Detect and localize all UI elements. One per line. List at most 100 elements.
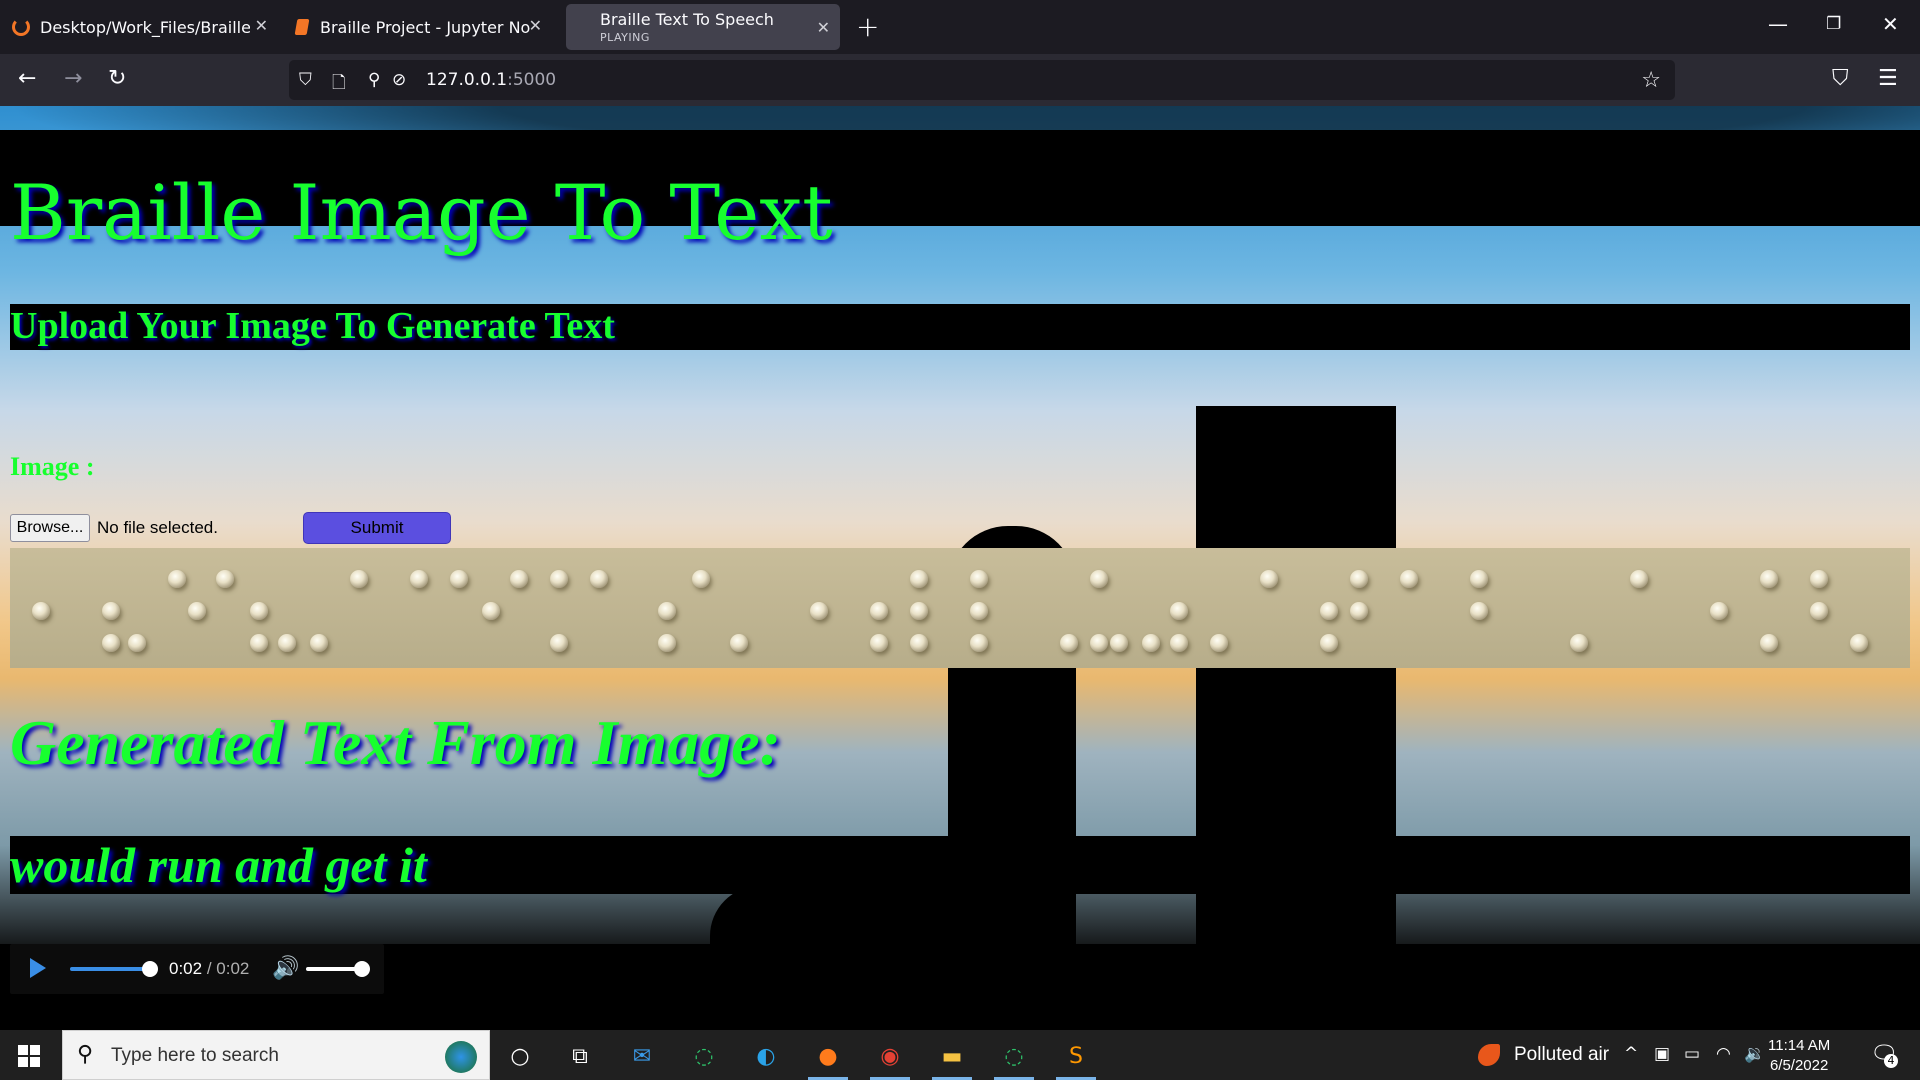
braille-dot: [188, 602, 206, 620]
edge-icon[interactable]: ◐: [750, 1040, 782, 1072]
audio-time: 0:02 / 0:02: [169, 959, 249, 979]
tab-strip: Desktop/Work_Files/Braille Proj ✕ Braill…: [0, 0, 1920, 54]
braille-dot: [1570, 634, 1588, 652]
braille-dot: [1470, 570, 1488, 588]
page-icon[interactable]: 🗋: [332, 70, 346, 99]
taskbar-search[interactable]: ⚲ Type here to search: [62, 1030, 490, 1080]
jupyter-icon: [12, 18, 30, 36]
pocket-icon[interactable]: ⛉: [1832, 66, 1849, 91]
battery-icon[interactable]: ▭: [1684, 1044, 1700, 1064]
new-tab-button[interactable]: +: [856, 10, 879, 43]
back-button[interactable]: ←: [18, 66, 36, 91]
braille-dot: [350, 570, 368, 588]
chevron-up-icon[interactable]: ^: [1624, 1044, 1638, 1064]
braille-dot: [658, 634, 676, 652]
braille-dot: [1630, 570, 1648, 588]
braille-dot: [278, 634, 296, 652]
weather-text[interactable]: Polluted air: [1514, 1044, 1609, 1066]
minimize-button[interactable]: —: [1768, 12, 1788, 36]
notification-count: 4: [1884, 1054, 1898, 1068]
file-explorer-icon[interactable]: ▬: [936, 1040, 968, 1072]
braille-dot: [168, 570, 186, 588]
close-icon[interactable]: ✕: [529, 16, 542, 35]
close-icon[interactable]: ✕: [255, 16, 268, 35]
reload-button[interactable]: ↻: [108, 66, 126, 91]
file-status: No file selected.: [97, 518, 218, 537]
braille-dot: [1710, 602, 1728, 620]
cortana-icon[interactable]: ○: [504, 1040, 536, 1072]
play-icon[interactable]: [30, 958, 46, 978]
braille-dot: [692, 570, 710, 588]
windows-start-icon[interactable]: [18, 1045, 40, 1067]
braille-dot: [1850, 634, 1868, 652]
restore-button[interactable]: ❐: [1826, 14, 1841, 34]
weather-icon[interactable]: [1478, 1044, 1500, 1066]
tab-braille-tts[interactable]: Braille Text To Speech PLAYING ✕: [566, 4, 840, 50]
audio-player: 0:02 / 0:02 🔊: [10, 944, 384, 994]
braille-dot: [1142, 634, 1160, 652]
braille-dot: [1350, 602, 1368, 620]
address-bar[interactable]: ⛉ 🗋 ⚲ ⊘ 127.0.0.1:5000 ☆: [289, 60, 1675, 100]
tab-jupyter-notebook[interactable]: Braille Project - Jupyter Notebo ✕: [284, 4, 552, 50]
submit-button[interactable]: Submit: [303, 512, 451, 544]
mail-icon[interactable]: ✉: [626, 1040, 658, 1072]
braille-dot: [482, 602, 500, 620]
search-placeholder: Type here to search: [111, 1045, 279, 1066]
permissions-icon[interactable]: ⚲: [368, 70, 380, 90]
braille-dot: [550, 570, 568, 588]
audio-progress-handle[interactable]: [142, 961, 158, 977]
speaker-icon[interactable]: 🔉: [1744, 1044, 1765, 1064]
sublime-text-icon[interactable]: S: [1060, 1040, 1092, 1072]
device-icon[interactable]: ▣: [1654, 1044, 1670, 1064]
braille-dot: [550, 634, 568, 652]
playing-label: PLAYING: [600, 31, 650, 44]
braille-dot: [910, 634, 928, 652]
close-window-button[interactable]: ✕: [1882, 12, 1899, 36]
taskbar: ⚲ Type here to search ○ ⧉ ✉ ◌ ◐ ● ◉ ▬ ◌ …: [0, 1030, 1920, 1080]
jupyter-icon[interactable]: ◌: [998, 1040, 1030, 1072]
tab-jupyter-files[interactable]: Desktop/Work_Files/Braille Proj ✕: [0, 4, 278, 50]
system-clock[interactable]: 11:14 AM 6/5/2022: [1768, 1036, 1830, 1076]
chrome-icon[interactable]: ◉: [874, 1040, 906, 1072]
navigation-bar: ← → ↻ ⛉ 🗋 ⚲ ⊘ 127.0.0.1:5000 ☆ ⛉ ☰: [0, 54, 1920, 106]
bookmark-star-icon[interactable]: ☆: [1641, 68, 1661, 93]
braille-dot: [510, 570, 528, 588]
firefox-icon[interactable]: ●: [812, 1040, 844, 1072]
menu-icon[interactable]: ☰: [1878, 66, 1898, 91]
braille-dot: [128, 634, 146, 652]
image-label: Image :: [10, 452, 95, 481]
tab-title: Braille Project - Jupyter Notebo: [320, 17, 530, 37]
braille-dot: [1090, 634, 1108, 652]
uploaded-braille-image: [10, 548, 1910, 668]
braille-dot: [410, 570, 428, 588]
close-icon[interactable]: ✕: [817, 18, 830, 37]
generated-text: would run and get it: [10, 837, 427, 893]
audio-duration: 0:02: [216, 959, 250, 978]
braille-dot: [658, 602, 676, 620]
clock-date: 6/5/2022: [1769, 1057, 1829, 1074]
task-view-icon[interactable]: ⧉: [564, 1040, 596, 1072]
braille-dot: [216, 570, 234, 588]
page-title: Braille Image To Text: [10, 168, 833, 257]
braille-dot: [970, 570, 988, 588]
search-icon: ⚲: [77, 1042, 94, 1067]
volume-icon[interactable]: 🔊: [272, 956, 299, 981]
forward-button[interactable]: →: [64, 66, 82, 91]
audio-progress-track[interactable]: [70, 967, 150, 971]
tracking-off-icon[interactable]: ⊘: [392, 70, 406, 90]
wifi-icon[interactable]: ◠: [1716, 1044, 1731, 1064]
braille-dot: [910, 602, 928, 620]
braille-dot: [450, 570, 468, 588]
braille-dot: [970, 634, 988, 652]
volume-handle[interactable]: [354, 961, 370, 977]
braille-dot: [102, 602, 120, 620]
url-text[interactable]: 127.0.0.1:5000: [426, 70, 556, 90]
notification-icon[interactable]: 🗨 4: [1870, 1042, 1898, 1068]
url-port: :5000: [507, 70, 557, 90]
braille-dot: [1350, 570, 1368, 588]
braille-dot: [910, 570, 928, 588]
braille-dot: [1210, 634, 1228, 652]
shield-icon[interactable]: ⛉: [299, 70, 312, 90]
app-icon[interactable]: ◌: [688, 1040, 720, 1072]
browse-button[interactable]: Browse...: [10, 514, 90, 542]
